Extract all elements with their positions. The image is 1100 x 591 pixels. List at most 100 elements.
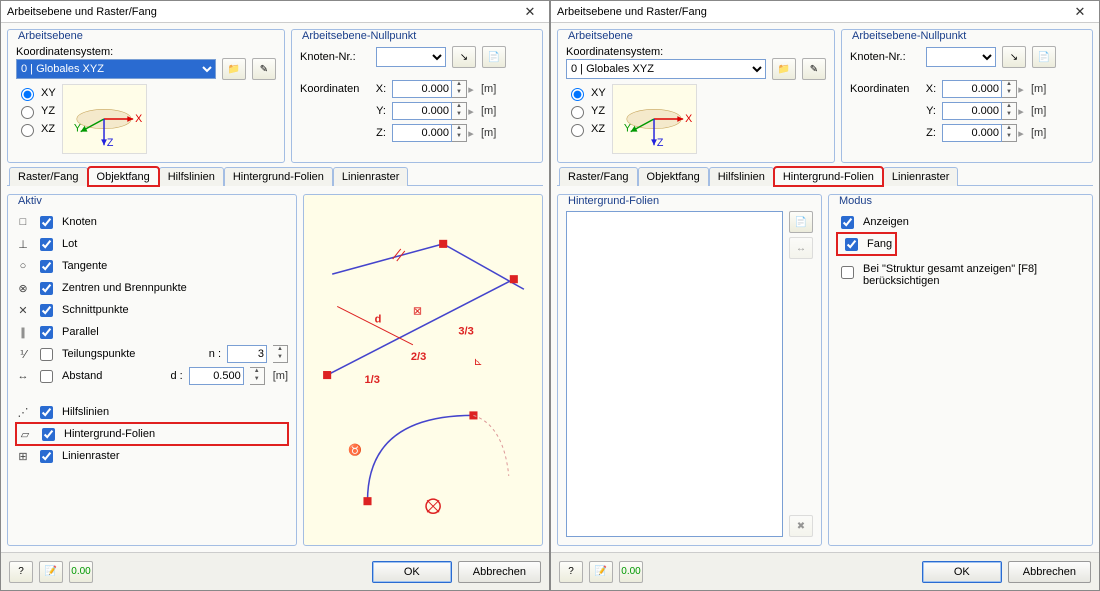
spinner-x[interactable]: ▲▼ [1002,80,1017,98]
knoten-select[interactable] [376,47,446,67]
chk-lot[interactable] [40,238,53,251]
chk-abstand[interactable] [40,370,53,383]
radio-yz[interactable] [21,106,34,119]
spinner-y[interactable]: ▲▼ [452,102,467,120]
input-z[interactable] [942,124,1002,142]
spinner-z[interactable]: ▲▼ [452,124,467,142]
footer: ? 📝 0.00 OK Abbrechen [1,552,549,590]
input-y[interactable] [392,102,452,120]
spinner-z[interactable]: ▲▼ [1002,124,1017,142]
snap-tangent-icon: ○ [16,259,30,273]
spinner-n[interactable]: ▲▼ [273,345,288,363]
svg-text:d: d [375,314,382,326]
tab-raster[interactable]: Raster/Fang [9,167,88,186]
edit-icon[interactable]: ✎ [802,58,826,80]
ok-button[interactable]: OK [372,561,452,583]
radio-xz[interactable] [21,124,34,137]
group-arbeitsebene: Arbeitsebene Koordinatensystem: 0 | Glob… [557,29,835,163]
coordsys-select[interactable]: 0 | Globales XYZ [566,59,766,79]
new-icon[interactable]: 📄 [482,46,506,68]
input-y[interactable] [942,102,1002,120]
coordsys-select[interactable]: 0 | Globales XYZ [16,59,216,79]
tab-raster[interactable]: Raster/Fang [559,167,638,186]
group-arbeitsebene: Arbeitsebene Koordinatensystem: 0 | Glob… [7,29,285,163]
tab-hintergrund[interactable]: Hintergrund-Folien [774,167,883,186]
axes-preview: X Y Z [62,84,147,154]
group-nullpunkt: Arbeitsebene-Nullpunkt Knoten-Nr.: ↘ 📄 K… [841,29,1093,163]
chk-zentren[interactable] [40,282,53,295]
svg-text:Y: Y [624,123,631,135]
edit-icon[interactable]: ✎ [252,58,276,80]
add-folie-icon[interactable]: 📄 [789,211,813,233]
note-icon[interactable]: 📝 [589,561,613,583]
chk-schnitt[interactable] [40,304,53,317]
tab-objektfang[interactable]: Objektfang [638,167,709,186]
footer: ? 📝 0.00 OK Abbrechen [551,552,1099,590]
help-icon[interactable]: ? [559,561,583,583]
folder-icon[interactable]: 📁 [222,58,246,80]
new-icon[interactable]: 📄 [1032,46,1056,68]
chk-tangente[interactable] [40,260,53,273]
svg-text:⊠: ⊠ [413,306,422,318]
delete-folie-icon[interactable]: ✖ [789,515,813,537]
snap-division-icon: ⅟ [16,347,30,361]
tab-linienraster[interactable]: Linienraster [333,167,408,186]
chk-linienraster[interactable] [40,450,53,463]
help-icon[interactable]: ? [9,561,33,583]
chk-teilung[interactable] [40,348,53,361]
chk-fang[interactable] [845,238,858,251]
snap-grid-icon: ⊞ [16,449,30,463]
tab-hilfslinien[interactable]: Hilfslinien [159,167,224,186]
svg-text:♉: ♉ [348,443,362,457]
plane-radios: XY YZ XZ [16,84,56,138]
knoten-select[interactable] [926,47,996,67]
folder-icon[interactable]: 📁 [772,58,796,80]
tabs: Raster/Fang Objektfang Hilfslinien Hinte… [557,167,1093,186]
ok-button[interactable]: OK [922,561,1002,583]
chk-f8[interactable] [841,266,854,279]
tab-linienraster[interactable]: Linienraster [883,167,958,186]
radio-xz[interactable] [571,124,584,137]
cancel-button[interactable]: Abbrechen [458,561,541,583]
input-x[interactable] [392,80,452,98]
radio-yz[interactable] [571,106,584,119]
input-x[interactable] [942,80,1002,98]
units-icon[interactable]: 0.00 [69,561,93,583]
tab-objektfang[interactable]: Objektfang [88,167,159,186]
chk-knoten[interactable] [40,216,53,229]
cancel-button[interactable]: Abbrechen [1008,561,1091,583]
folien-list[interactable] [566,211,783,537]
input-d[interactable] [189,367,244,385]
chk-hilfslinien[interactable] [40,406,53,419]
svg-text:Y: Y [74,123,81,135]
svg-text:Z: Z [107,137,114,149]
spinner-x[interactable]: ▲▼ [452,80,467,98]
pick-icon[interactable]: ↘ [452,46,476,68]
sync-folie-icon[interactable]: ↔ [789,237,813,259]
chk-anzeigen[interactable] [841,216,854,229]
svg-text:X: X [135,113,142,125]
chk-folien[interactable] [42,428,55,441]
tab-hintergrund[interactable]: Hintergrund-Folien [224,167,333,186]
units-icon[interactable]: 0.00 [619,561,643,583]
group-modus: Modus Anzeigen Fang Bei "Struktur gesamt… [828,194,1093,546]
input-n[interactable] [227,345,267,363]
svg-text:⊾: ⊾ [473,356,482,368]
input-z[interactable] [392,124,452,142]
spinner-y[interactable]: ▲▼ [1002,102,1017,120]
label-koordsys: Koordinatensystem: [566,46,826,58]
chk-parallel[interactable] [40,326,53,339]
close-icon[interactable]: ✕ [517,3,543,21]
note-icon[interactable]: 📝 [39,561,63,583]
radio-xy[interactable] [21,88,34,101]
label-knoten-nr: Knoten-Nr.: [850,51,920,63]
pick-icon[interactable]: ↘ [1002,46,1026,68]
spinner-d[interactable]: ▲▼ [250,367,265,385]
svg-text:Z: Z [657,137,664,149]
dialog-right: Arbeitsebene und Raster/Fang ✕ Arbeitseb… [550,0,1100,591]
close-icon[interactable]: ✕ [1067,3,1093,21]
tab-hilfslinien[interactable]: Hilfslinien [709,167,774,186]
plane-radios: XY YZ XZ [566,84,606,138]
radio-xy[interactable] [571,88,584,101]
label-knoten-nr: Knoten-Nr.: [300,51,370,63]
